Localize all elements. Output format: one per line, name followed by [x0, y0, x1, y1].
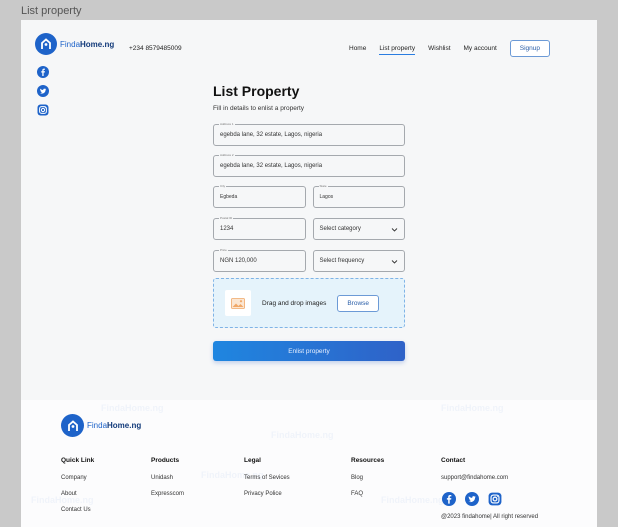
- address1-value: egebda lane, 32 estate, Lagos, nigeria: [220, 132, 323, 138]
- footer-col-resources: Resources Blog FAQ: [351, 457, 384, 507]
- site-footer: FindaHome.ng FindaHome.ng FindaHome.ng F…: [21, 400, 597, 527]
- city-label: City: [219, 184, 227, 188]
- price-field[interactable]: Price NGN 120,000: [213, 248, 306, 272]
- footer-link-unidash[interactable]: Unidash: [151, 475, 184, 481]
- nav-home[interactable]: Home: [349, 43, 366, 54]
- footer-logo-part2: Home.ng: [107, 421, 142, 430]
- state-field[interactable]: State Lagos: [312, 184, 405, 208]
- logo-text-part1: Finda: [60, 39, 81, 49]
- signup-button[interactable]: Signup: [509, 40, 551, 57]
- frequency-select-value: Select frequency: [319, 258, 365, 264]
- postal-id-field[interactable]: Postal ID 1234: [213, 216, 306, 240]
- logo-mark-icon: [35, 33, 57, 55]
- city-field[interactable]: City Egbeda: [213, 184, 306, 208]
- footer-contact-email[interactable]: support@findahome.com: [441, 475, 538, 481]
- instagram-icon[interactable]: [37, 104, 49, 116]
- footer-watermark: FindaHome.ng: [381, 495, 444, 505]
- footer-heading: Resources: [351, 457, 385, 464]
- nav-wishlist[interactable]: Wishlist: [428, 43, 450, 54]
- list-property-form: List Property Fill in details to enlist …: [213, 83, 405, 361]
- page-subtitle: Fill in details to enlist a property: [213, 105, 305, 112]
- frequency-select[interactable]: Select frequency: [312, 250, 405, 272]
- footer-link-contact-us[interactable]: Contact Us: [61, 507, 94, 513]
- footer-watermark: FindaHome.ng: [271, 430, 334, 440]
- footer-logo-part1: Finda: [87, 421, 108, 430]
- price-value: NGN 120,000: [220, 258, 257, 264]
- logo-text-part2: Home.ng: [80, 39, 115, 49]
- twitter-icon[interactable]: [37, 85, 49, 97]
- footer-heading: Quick Link: [61, 457, 95, 464]
- address1-label: Address 1: [219, 122, 235, 126]
- facebook-icon[interactable]: [37, 66, 49, 78]
- twitter-icon[interactable]: [464, 491, 479, 506]
- dropzone-text: Drag and drop images: [262, 299, 327, 307]
- footer-heading: Legal: [244, 457, 261, 464]
- header-phone: +234 8579485009: [129, 45, 182, 52]
- instagram-icon[interactable]: [487, 491, 502, 506]
- footer-col-contact: Contact support@findahome.com @2023 find…: [441, 457, 538, 520]
- footer-heading: Products: [151, 457, 180, 464]
- page-title: List Property: [213, 83, 300, 99]
- site-logo[interactable]: FindaHome.ng: [35, 33, 114, 55]
- footer-watermark: FindaHome.ng: [101, 403, 164, 413]
- nav-list-property[interactable]: List property: [379, 43, 416, 55]
- address1-field[interactable]: Address 1 egebda lane, 32 estate, Lagos,…: [213, 122, 405, 146]
- footer-link-privacy[interactable]: Privacy Police: [244, 491, 290, 497]
- footer-link-faq[interactable]: FAQ: [351, 491, 384, 497]
- logo-mark-icon: [61, 414, 84, 437]
- price-label: Price: [219, 248, 228, 252]
- nav-my-account[interactable]: My account: [464, 43, 497, 54]
- footer-col-quick-link: Quick Link Company About Contact Us: [61, 457, 94, 523]
- list-property-page: FindaHome.ng +234 8579485009 Home List p…: [21, 20, 597, 400]
- main-nav: Home List property Wishlist My account S…: [349, 40, 551, 57]
- footer-social-links: [441, 491, 538, 506]
- postal-id-value: 1234: [220, 226, 234, 232]
- browse-button[interactable]: Browse: [337, 294, 380, 312]
- footer-link-company[interactable]: Company: [61, 475, 94, 481]
- footer-heading: Contact: [441, 457, 466, 464]
- footer-watermark: FindaHome.ng: [441, 403, 504, 413]
- frame-title: List property: [21, 5, 82, 17]
- address2-value: egebda lane, 32 estate, Lagos, nigeria: [220, 163, 323, 169]
- facebook-icon[interactable]: [441, 491, 456, 506]
- city-value: Egbeda: [220, 194, 238, 200]
- copyright-text: @2023 findahome| All right reserved: [441, 514, 539, 520]
- footer-link-terms[interactable]: Terms of Sevices: [244, 475, 290, 481]
- footer-logo[interactable]: FindaHome.ng: [61, 414, 141, 437]
- chevron-down-icon: [391, 258, 398, 267]
- enlist-property-button[interactable]: Enlist property: [213, 341, 405, 361]
- address2-label: Address 2: [219, 153, 235, 157]
- chevron-down-icon: [391, 226, 398, 235]
- address2-field[interactable]: Address 2 egebda lane, 32 estate, Lagos,…: [213, 153, 405, 177]
- category-select[interactable]: Select category: [312, 218, 405, 240]
- state-label: State: [318, 184, 328, 188]
- footer-col-legal: Legal Terms of Sevices Privacy Police: [244, 457, 290, 507]
- social-links: [37, 66, 49, 116]
- footer-link-expresscom[interactable]: Expresscom: [151, 491, 184, 497]
- image-placeholder-icon: [225, 290, 251, 316]
- postal-id-label: Postal ID: [219, 216, 234, 220]
- state-value: Lagos: [319, 194, 334, 200]
- category-select-value: Select category: [319, 226, 361, 232]
- footer-link-about[interactable]: About: [61, 491, 94, 497]
- footer-link-blog[interactable]: Blog: [351, 475, 384, 481]
- footer-col-products: Products Unidash Expresscom: [151, 457, 184, 507]
- image-dropzone[interactable]: Drag and drop images Browse: [213, 278, 405, 328]
